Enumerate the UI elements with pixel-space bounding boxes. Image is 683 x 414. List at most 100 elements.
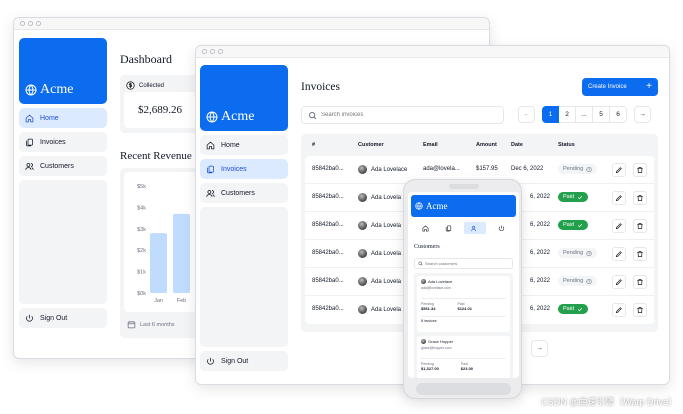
page-numbers: 1 2 ... 5 6 [542, 106, 627, 123]
delete-button[interactable] [633, 247, 647, 261]
stat-value: $23.00 [460, 366, 474, 371]
home-icon[interactable] [418, 222, 432, 234]
window-dot[interactable] [218, 49, 223, 54]
prev-page-button[interactable]: ← [518, 106, 535, 123]
edit-button[interactable] [612, 247, 626, 261]
window-dot[interactable] [28, 21, 33, 26]
revenue-chart-panel: $5k $4k $3k $2k $1k $0k Jan Feb Last 6 months [120, 168, 200, 338]
acme-logo: Acme [25, 82, 73, 98]
invoices-titlebar [196, 46, 669, 58]
acme-logo: Acme [415, 201, 448, 211]
phone-home-bar[interactable] [416, 383, 511, 395]
table-header: # Customer Email Amount Date Status [305, 134, 654, 156]
logo-banner[interactable]: Acme [200, 65, 288, 131]
pencil-icon [615, 194, 623, 202]
brand-name: Acme [221, 109, 255, 124]
pencil-icon [615, 278, 623, 286]
search-input[interactable] [321, 112, 491, 118]
sidebar-spacer [200, 207, 288, 347]
customer-cell: Ada Lovelace [358, 165, 407, 174]
window-dot[interactable] [36, 21, 41, 26]
pencil-icon [615, 166, 623, 174]
sidebar-item-home[interactable]: Home [200, 135, 288, 155]
check-icon [577, 222, 583, 228]
revenue-bar[interactable] [173, 213, 190, 293]
page-number[interactable]: 2 [559, 106, 576, 123]
phone-screen: Acme Customers Ada Lovelace ada@lovelace… [408, 192, 519, 378]
invoices-icon[interactable] [441, 222, 455, 234]
sign-out-button[interactable]: Sign Out [19, 308, 107, 328]
phone-search[interactable] [414, 258, 513, 269]
phone-search-input[interactable] [425, 261, 505, 266]
window-dot[interactable] [202, 49, 207, 54]
customer-cell: Ada Lovela [358, 249, 401, 258]
sidebar-item-home[interactable]: Home [19, 108, 107, 128]
phone-mockup: Acme Customers Ada Lovelace ada@lovelace… [403, 179, 522, 399]
globe-icon [415, 202, 423, 210]
bottom-next-page-button[interactable]: → [531, 340, 548, 357]
avatar [358, 165, 367, 174]
window-dot[interactable] [20, 21, 25, 26]
customer-card[interactable]: Ada Lovelace ada@lovelace.com Pending $56… [417, 276, 510, 332]
avatar [358, 221, 367, 230]
check-icon [577, 194, 583, 200]
delete-button[interactable] [633, 219, 647, 233]
date-cell: 6, 2022 [530, 306, 551, 312]
window-dot[interactable] [210, 49, 215, 54]
customer-email: grace@hopper.com [421, 346, 452, 350]
invoice-id: 85842ba0... [312, 250, 344, 256]
customer-name: Ada Lovela [371, 278, 402, 285]
brand-name: Acme [426, 201, 448, 211]
delete-button[interactable] [633, 191, 647, 205]
page-ellipsis: ... [576, 106, 593, 123]
sidebar-item-customers[interactable]: Customers [200, 183, 288, 203]
sign-out-label: Sign Out [40, 314, 68, 322]
customer-cell: Ada Lovela [358, 221, 401, 230]
edit-button[interactable] [612, 303, 626, 317]
invoices-sidebar: Acme Home Invoices Customers Sign Out [200, 65, 288, 383]
pagination: ← 1 2 ... 5 6 → [518, 106, 651, 123]
next-page-button[interactable]: → [634, 106, 651, 123]
power-icon [206, 357, 215, 366]
power-icon [25, 314, 34, 323]
customers-icon[interactable] [463, 222, 486, 234]
date-cell: 6, 2022 [530, 222, 551, 228]
edit-button[interactable] [612, 219, 626, 233]
phone-logo-banner[interactable]: Acme [411, 195, 516, 217]
edit-button[interactable] [612, 163, 626, 177]
delete-button[interactable] [633, 275, 647, 289]
revenue-bar[interactable] [150, 233, 167, 293]
delete-button[interactable] [633, 163, 647, 177]
status-label: Pending [563, 250, 584, 256]
customer-name: Ada Lovela [371, 306, 402, 313]
y-tick-label: $1k [137, 270, 146, 276]
pencil-icon [615, 306, 623, 314]
sign-out-button[interactable]: Sign Out [200, 351, 288, 371]
delete-button[interactable] [633, 303, 647, 317]
page-number[interactable]: 5 [593, 106, 610, 123]
watermark: CSDN @曲速引擎（Warp Drive） [541, 397, 677, 407]
page-number[interactable]: 1 [542, 106, 559, 123]
sidebar-item-label: Invoices [221, 165, 247, 173]
chart-footer-label: Last 6 months [140, 321, 175, 328]
logo-banner[interactable]: Acme [19, 38, 107, 104]
dollar-icon [126, 81, 135, 90]
card-label: Collected [139, 82, 165, 89]
edit-button[interactable] [612, 275, 626, 289]
home-icon [25, 114, 34, 123]
sidebar-item-label: Customers [40, 162, 74, 170]
power-icon[interactable] [495, 222, 509, 234]
edit-button[interactable] [612, 191, 626, 205]
create-invoice-button[interactable]: Create Invoice + [582, 78, 658, 96]
customer-card[interactable]: Grace Hopper grace@hopper.com Pending $1,… [417, 336, 510, 378]
sidebar-item-invoices[interactable]: Invoices [19, 132, 107, 152]
sidebar-item-customers[interactable]: Customers [19, 156, 107, 176]
sidebar-item-invoices[interactable]: Invoices [200, 159, 288, 179]
card-header: Collected [124, 79, 196, 92]
card-value-box: $2,689.26 [124, 92, 196, 128]
page-number[interactable]: 6 [610, 106, 627, 123]
create-invoice-label: Create Invoice [588, 84, 627, 90]
customer-name-row: Ada Lovelace [421, 279, 506, 284]
search-invoices[interactable] [301, 106, 504, 124]
sign-out-label: Sign Out [221, 357, 249, 365]
